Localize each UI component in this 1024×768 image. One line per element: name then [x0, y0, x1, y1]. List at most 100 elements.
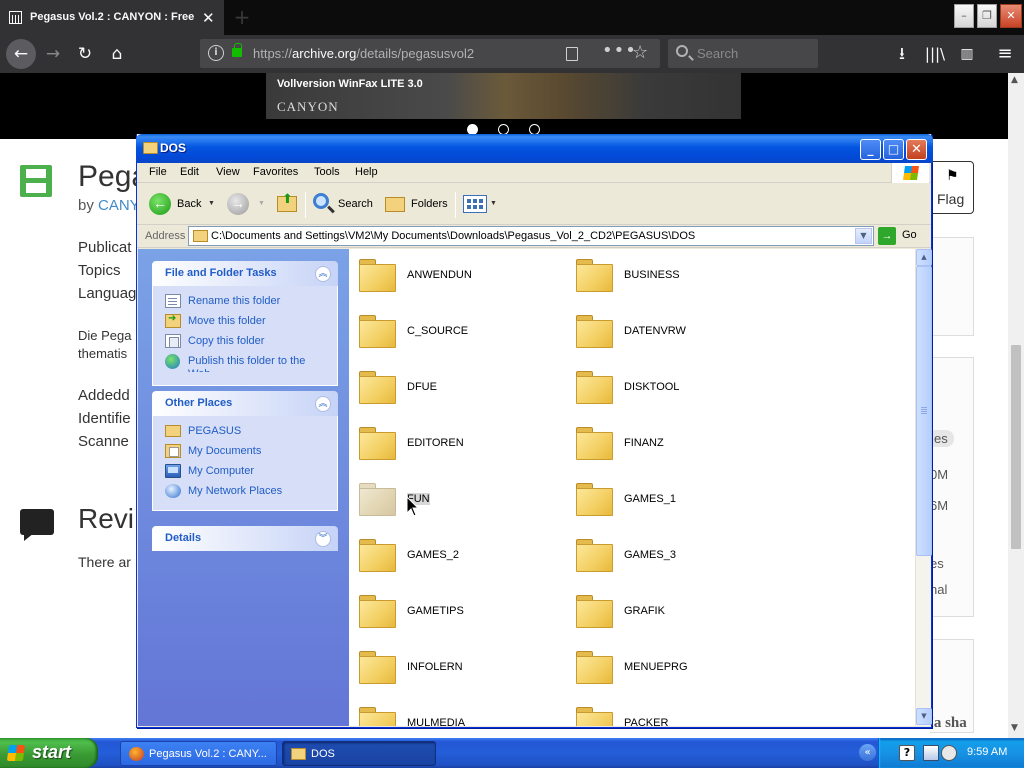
explorer-title-bar[interactable]: DOS _ □ ✕ — [136, 134, 933, 163]
explorer-scrollbar[interactable]: ▲ ▼ — [915, 249, 932, 726]
other-places-header[interactable]: Other Places ︽ — [152, 391, 338, 416]
browser-tab-active[interactable]: Pegasus Vol.2 : CANYON : Free Do ✕ — [0, 0, 224, 35]
expand-chevron-icon[interactable]: ︾ — [315, 531, 331, 547]
menu-edit[interactable]: Edit — [180, 166, 199, 178]
folder-item[interactable]: DFUE — [349, 367, 549, 407]
search-button[interactable]: Search — [311, 190, 375, 218]
address-field[interactable]: C:\Documents and Settings\VM2\My Documen… — [188, 226, 874, 246]
folder-item-dragging[interactable]: FUN — [349, 479, 549, 519]
tray-expand-icon[interactable]: « — [859, 744, 876, 761]
address-dropdown-icon[interactable]: ▼ — [855, 228, 872, 244]
details-header[interactable]: Details ︾ — [152, 526, 338, 551]
back-nav-button[interactable]: ← Back ▼ — [149, 190, 219, 218]
views-dropdown-icon[interactable]: ▼ — [490, 200, 497, 207]
page-scroll-thumb[interactable] — [1011, 345, 1021, 549]
browser-search-box[interactable]: Search — [668, 39, 818, 68]
folder-item[interactable]: PACKER — [566, 703, 766, 726]
bookmark-star-icon[interactable]: ☆ — [632, 42, 648, 63]
folder-name: GAMES_3 — [624, 549, 676, 561]
downloads-icon[interactable]: ⭳ — [889, 41, 915, 67]
folder-item[interactable]: GAMETIPS — [349, 591, 549, 631]
start-button[interactable]: start — [0, 738, 98, 768]
meta-scanner: Scanne — [78, 433, 129, 450]
taskbar-item-label: Pegasus Vol.2 : CANY... — [149, 748, 267, 760]
menu-favorites[interactable]: Favorites — [253, 166, 298, 178]
explorer-close-button[interactable]: ✕ — [906, 139, 927, 160]
tab-close-icon[interactable]: ✕ — [202, 9, 215, 27]
forward-nav-button[interactable]: → ▼ — [227, 190, 265, 218]
back-dropdown-icon[interactable]: ▼ — [208, 200, 215, 207]
folder-item[interactable]: C_SOURCE — [349, 311, 549, 351]
side-text-3: 6M — [930, 498, 949, 513]
up-folder-button[interactable] — [275, 190, 299, 218]
scroll-down-icon[interactable]: ▼ — [916, 708, 932, 725]
folder-icon — [576, 651, 613, 684]
go-button[interactable]: → Go — [878, 227, 928, 245]
folder-name: BUSINESS — [624, 269, 680, 281]
menu-view[interactable]: View — [216, 166, 240, 178]
folder-item[interactable]: DATENVRW — [566, 311, 766, 351]
explorer-maximize-button[interactable]: □ — [883, 139, 904, 160]
scroll-up-icon[interactable]: ▲ — [916, 249, 932, 266]
collapse-chevron-icon[interactable]: ︽ — [315, 266, 331, 282]
url-bar[interactable]: i https://archive.org/details/pegasusvol… — [200, 39, 660, 68]
browser-close-button[interactable]: ✕ — [1000, 4, 1022, 28]
site-info-icon[interactable]: i — [208, 45, 224, 61]
folder-item[interactable]: GAMES_3 — [566, 535, 766, 575]
folder-item[interactable]: FINANZ — [566, 423, 766, 463]
flag-label: Flag — [937, 191, 965, 207]
volume-icon[interactable] — [941, 745, 957, 761]
menu-tools[interactable]: Tools — [314, 166, 340, 178]
scroll-thumb[interactable] — [916, 266, 932, 556]
taskbar-item-explorer[interactable]: DOS — [282, 741, 436, 766]
folder-item[interactable]: GAMES_1 — [566, 479, 766, 519]
collapse-chevron-icon[interactable]: ︽ — [315, 396, 331, 412]
explorer-minimize-button[interactable]: _ — [860, 139, 881, 160]
clock[interactable]: 9:59 AM — [967, 746, 1007, 758]
my-documents-icon — [165, 444, 181, 458]
publish-globe-icon — [165, 354, 180, 369]
browser-maximize-button[interactable]: ❐ — [977, 4, 997, 28]
banner-image[interactable]: Vollversion WinFax LITE 3.0 CANYON — [266, 73, 741, 119]
menu-help[interactable]: Help — [355, 166, 378, 178]
forward-dropdown-icon[interactable]: ▼ — [258, 200, 265, 207]
views-button[interactable]: ▼ — [461, 190, 497, 218]
folder-item[interactable]: GAMES_2 — [349, 535, 549, 575]
folder-item[interactable]: GRAFIK — [566, 591, 766, 631]
sidebar-icon[interactable]: ▥ — [954, 41, 980, 67]
browser-minimize-button[interactable]: – — [954, 4, 974, 28]
flag-button[interactable]: ⚑ Flag — [928, 161, 974, 214]
folder-item[interactable]: EDITOREN — [349, 423, 549, 463]
address-bar: Address C:\Documents and Settings\VM2\My… — [137, 225, 931, 248]
home-button[interactable]: ⌂ — [104, 41, 130, 67]
hamburger-menu-icon[interactable]: ≡ — [992, 41, 1018, 67]
lock-icon[interactable] — [232, 43, 242, 57]
start-label: start — [32, 742, 72, 762]
folder-item[interactable]: MENUEPRG — [566, 647, 766, 687]
menu-file[interactable]: File — [149, 166, 167, 178]
file-folder-tasks-header[interactable]: File and Folder Tasks ︽ — [152, 261, 338, 286]
media-banner: Vollversion WinFax LITE 3.0 CANYON — [0, 73, 1008, 139]
folder-contents-view[interactable]: ANWENDUN BUSINESS C_SOURCE DATENVRW DFUE… — [349, 249, 915, 726]
forward-button[interactable]: → — [40, 41, 66, 67]
folder-item[interactable]: ANWENDUN — [349, 255, 549, 295]
reload-button[interactable]: ↻ — [72, 41, 98, 67]
folder-item[interactable]: INFOLERN — [349, 647, 549, 687]
page-scroll-down-icon[interactable]: ▼ — [1011, 723, 1018, 733]
taskbar-item-firefox[interactable]: Pegasus Vol.2 : CANY... — [120, 741, 277, 766]
folder-item[interactable]: MULMEDIA — [349, 703, 549, 726]
network-icon[interactable] — [923, 745, 939, 761]
author-link[interactable]: CANY — [98, 197, 140, 214]
page-scrollbar[interactable]: ▲ ▼ — [1008, 73, 1024, 740]
folder-item[interactable]: DISKTOOL — [566, 367, 766, 407]
library-icon[interactable]: |||\ — [922, 41, 948, 67]
task-publish-folder[interactable]: Publish this folder to the Web — [165, 354, 325, 372]
reader-view-icon[interactable] — [566, 47, 578, 61]
page-scroll-up-icon[interactable]: ▲ — [1011, 75, 1018, 85]
back-button[interactable]: ← — [6, 39, 36, 69]
url-text[interactable]: https://archive.org/details/pegasusvol2 — [253, 46, 474, 61]
new-tab-button[interactable]: + — [230, 5, 254, 29]
folder-item[interactable]: BUSINESS — [566, 255, 766, 295]
folders-button[interactable]: Folders — [383, 190, 449, 218]
help-icon[interactable]: ? — [899, 745, 915, 761]
